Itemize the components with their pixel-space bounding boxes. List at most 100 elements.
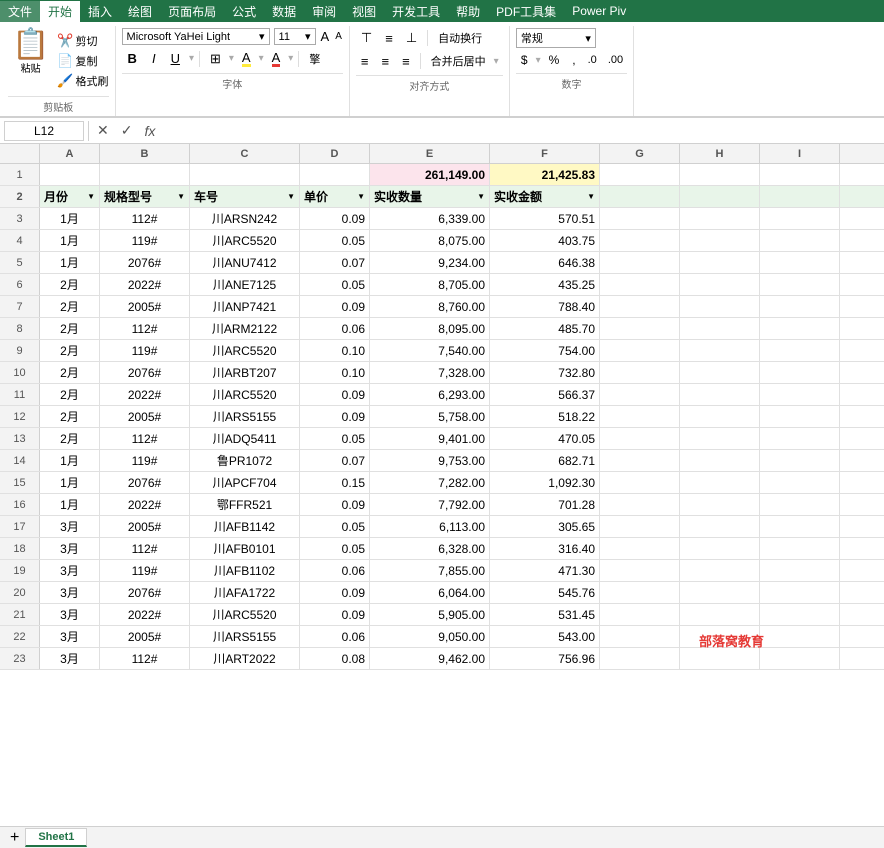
cell-e4[interactable]: 8,075.00	[370, 230, 490, 251]
menu-data[interactable]: 数据	[264, 1, 304, 22]
cell-f14[interactable]: 682.71	[490, 450, 600, 471]
cell-d12[interactable]: 0.09	[300, 406, 370, 427]
cell-d13[interactable]: 0.05	[300, 428, 370, 449]
align-middle-button[interactable]: ≡	[380, 29, 398, 48]
menu-layout[interactable]: 页面布局	[160, 1, 224, 22]
cell-f16[interactable]: 701.28	[490, 494, 600, 515]
cell-h11[interactable]	[680, 384, 760, 405]
cell-c14[interactable]: 鲁PR1072	[190, 450, 300, 471]
cell-a2[interactable]: 月份 ▼	[40, 186, 100, 207]
cell-f18[interactable]: 316.40	[490, 538, 600, 559]
cell-b4[interactable]: 119#	[100, 230, 190, 251]
cell-c18[interactable]: 川AFB0101	[190, 538, 300, 559]
menu-powerpiv[interactable]: Power Piv	[564, 2, 634, 20]
cell-f19[interactable]: 471.30	[490, 560, 600, 581]
cell-b12[interactable]: 2005#	[100, 406, 190, 427]
cell-h22[interactable]	[680, 626, 760, 647]
cell-c5[interactable]: 川ANU7412	[190, 252, 300, 273]
cell-h20[interactable]	[680, 582, 760, 603]
font-selector[interactable]: Microsoft YaHei Light ▾	[122, 28, 270, 45]
cell-i11[interactable]	[760, 384, 840, 405]
cell-a16[interactable]: 1月	[40, 494, 100, 515]
confirm-formula-icon[interactable]: ✓	[117, 122, 137, 139]
font-color-button[interactable]: A	[267, 48, 286, 69]
currency-button[interactable]: $	[516, 51, 533, 69]
menu-file[interactable]: 文件	[0, 1, 40, 22]
cell-a3[interactable]: 1月	[40, 208, 100, 229]
cell-a18[interactable]: 3月	[40, 538, 100, 559]
font-size-selector[interactable]: 11 ▾	[274, 28, 316, 45]
cell-b20[interactable]: 2076#	[100, 582, 190, 603]
cell-g1[interactable]	[600, 164, 680, 185]
cell-b21[interactable]: 2022#	[100, 604, 190, 625]
cell-e19[interactable]: 7,855.00	[370, 560, 490, 581]
cell-h21[interactable]	[680, 604, 760, 625]
cell-e11[interactable]: 6,293.00	[370, 384, 490, 405]
format-painter-button[interactable]: 🖌️ 格式刷	[57, 73, 108, 89]
cell-c13[interactable]: 川ADQ5411	[190, 428, 300, 449]
cell-e12[interactable]: 5,758.00	[370, 406, 490, 427]
cell-f10[interactable]: 732.80	[490, 362, 600, 383]
formula-input[interactable]	[163, 122, 880, 140]
cell-e8[interactable]: 8,095.00	[370, 318, 490, 339]
cell-c6[interactable]: 川ANE7125	[190, 274, 300, 295]
cell-h18[interactable]	[680, 538, 760, 559]
cell-e9[interactable]: 7,540.00	[370, 340, 490, 361]
cell-f3[interactable]: 570.51	[490, 208, 600, 229]
cell-b6[interactable]: 2022#	[100, 274, 190, 295]
cell-d18[interactable]: 0.05	[300, 538, 370, 559]
cell-b17[interactable]: 2005#	[100, 516, 190, 537]
cell-h3[interactable]	[680, 208, 760, 229]
cell-e10[interactable]: 7,328.00	[370, 362, 490, 383]
cell-a20[interactable]: 3月	[40, 582, 100, 603]
cell-i3[interactable]	[760, 208, 840, 229]
cell-a22[interactable]: 3月	[40, 626, 100, 647]
cell-a21[interactable]: 3月	[40, 604, 100, 625]
fill-color-button[interactable]: A	[237, 48, 256, 69]
cell-h10[interactable]	[680, 362, 760, 383]
cell-d14[interactable]: 0.07	[300, 450, 370, 471]
filter-icon-e[interactable]: ▼	[477, 192, 485, 201]
menu-dev[interactable]: 开发工具	[384, 1, 448, 22]
cell-d8[interactable]: 0.06	[300, 318, 370, 339]
cell-d16[interactable]: 0.09	[300, 494, 370, 515]
cell-h2[interactable]	[680, 186, 760, 207]
cell-b7[interactable]: 2005#	[100, 296, 190, 317]
cell-f12[interactable]: 518.22	[490, 406, 600, 427]
cell-g18[interactable]	[600, 538, 680, 559]
cell-g22[interactable]	[600, 626, 680, 647]
format-btn[interactable]: 擎	[304, 49, 325, 69]
cell-h12[interactable]	[680, 406, 760, 427]
menu-insert[interactable]: 插入	[80, 1, 120, 22]
cell-i23[interactable]	[760, 648, 840, 669]
align-left-button[interactable]: ≡	[356, 52, 374, 71]
filter-icon-f[interactable]: ▼	[587, 192, 595, 201]
cell-f6[interactable]: 435.25	[490, 274, 600, 295]
cell-e18[interactable]: 6,328.00	[370, 538, 490, 559]
cell-f23[interactable]: 756.96	[490, 648, 600, 669]
cell-f4[interactable]: 403.75	[490, 230, 600, 251]
cell-a14[interactable]: 1月	[40, 450, 100, 471]
wrap-text-button[interactable]: 自动换行	[433, 28, 487, 48]
cell-g7[interactable]	[600, 296, 680, 317]
cell-g14[interactable]	[600, 450, 680, 471]
cell-c2[interactable]: 车号 ▼	[190, 186, 300, 207]
cell-f8[interactable]: 485.70	[490, 318, 600, 339]
cell-c17[interactable]: 川AFB1142	[190, 516, 300, 537]
percent-button[interactable]: %	[544, 51, 565, 69]
cell-i4[interactable]	[760, 230, 840, 251]
cell-g11[interactable]	[600, 384, 680, 405]
cell-d22[interactable]: 0.06	[300, 626, 370, 647]
cell-h9[interactable]	[680, 340, 760, 361]
cell-e3[interactable]: 6,339.00	[370, 208, 490, 229]
menu-review[interactable]: 审阅	[304, 1, 344, 22]
cell-b8[interactable]: 112#	[100, 318, 190, 339]
cell-e17[interactable]: 6,113.00	[370, 516, 490, 537]
cell-a9[interactable]: 2月	[40, 340, 100, 361]
cell-g6[interactable]	[600, 274, 680, 295]
number-format-selector[interactable]: 常规 ▾	[516, 28, 596, 48]
cell-reference-input[interactable]	[4, 121, 84, 141]
cell-i16[interactable]	[760, 494, 840, 515]
cell-d1[interactable]	[300, 164, 370, 185]
cell-e1[interactable]: 261,149.00	[370, 164, 490, 185]
